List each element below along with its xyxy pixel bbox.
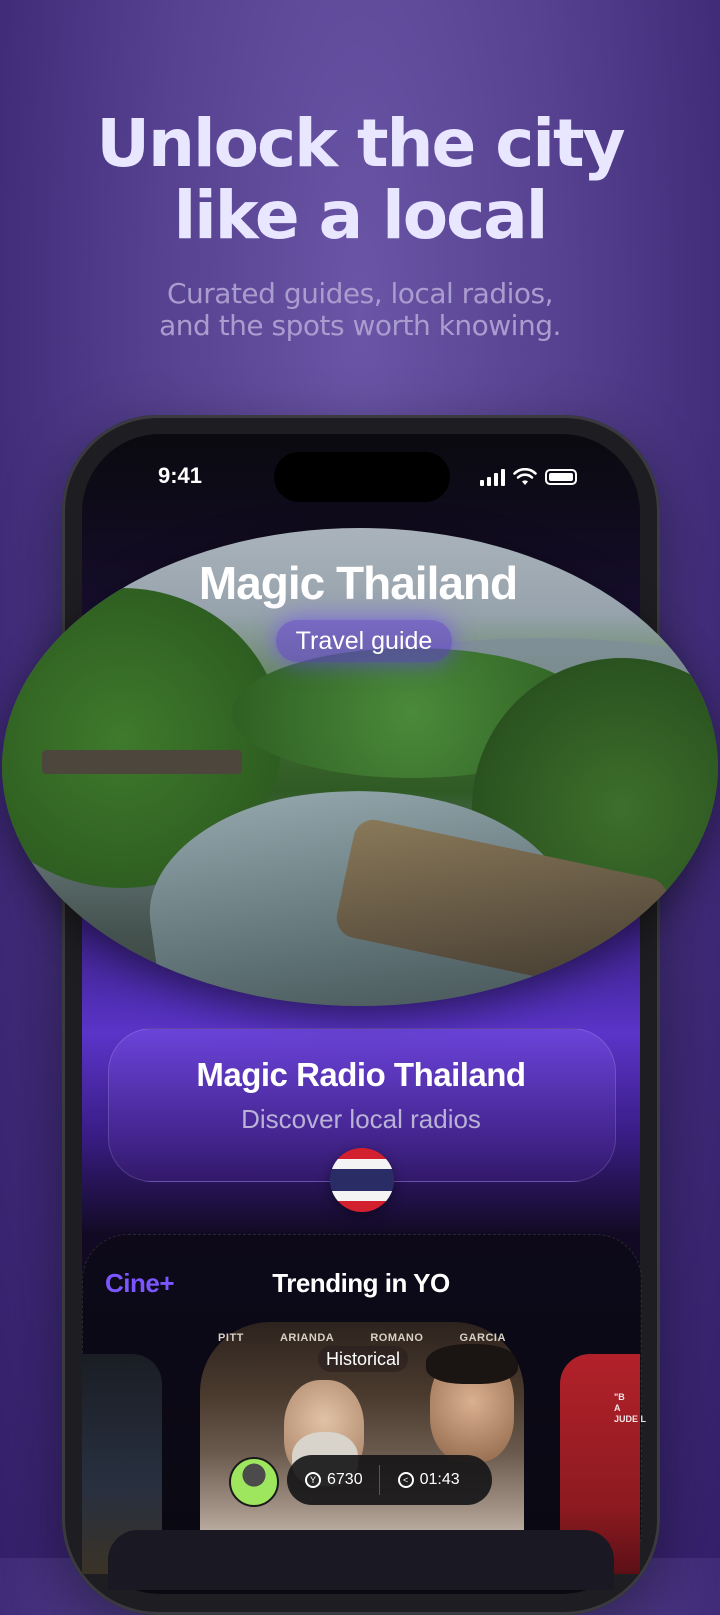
thailand-flag-icon xyxy=(330,1148,394,1212)
headline-line-1: Unlock the city xyxy=(96,105,625,182)
dynamic-island xyxy=(274,452,450,502)
views-stat: Y 6730 xyxy=(287,1471,363,1489)
battery-icon xyxy=(545,469,577,485)
wifi-icon xyxy=(513,468,537,485)
headline-line-2: like a local xyxy=(173,177,549,254)
poster-stats: Y 6730 < 01:43 xyxy=(287,1455,492,1505)
status-icons xyxy=(480,466,577,488)
travel-guide-badge[interactable]: Travel guide xyxy=(276,620,452,662)
avatar[interactable] xyxy=(229,1457,279,1507)
actor-name: ARIANDA xyxy=(279,1332,335,1344)
cellular-signal-icon xyxy=(480,468,505,486)
duration-stat: < 01:43 xyxy=(380,1471,460,1489)
subheadline: Curated guides, local radios, and the sp… xyxy=(0,278,720,342)
poster-hair-right xyxy=(426,1344,518,1384)
duration-value: 01:43 xyxy=(419,1471,460,1488)
railway-bridge xyxy=(42,750,242,774)
status-time: 9:41 xyxy=(158,463,203,488)
subheadline-line-1: Curated guides, local radios, xyxy=(166,277,554,310)
actor-name: ROMANO xyxy=(370,1332,424,1344)
genre-badge: Historical xyxy=(318,1346,408,1372)
poster-actor-names: PITT ARIANDA ROMANO GARCIA xyxy=(200,1332,524,1344)
radio-title: Magic Radio Thailand xyxy=(196,1056,526,1093)
views-icon: Y xyxy=(305,1472,321,1488)
headline: Unlock the city like a local xyxy=(0,108,720,252)
radio-subtitle: Discover local radios xyxy=(241,1104,481,1134)
views-count: 6730 xyxy=(327,1471,363,1488)
clock-icon: < xyxy=(397,1472,414,1488)
actor-name: GARCIA xyxy=(459,1332,506,1344)
poster-right-text: "B A JUDE L xyxy=(614,1392,647,1424)
guide-title: Magic Thailand xyxy=(198,557,518,609)
subheadline-line-2: and the spots worth knowing. xyxy=(159,309,561,342)
bottom-sheet[interactable] xyxy=(108,1530,614,1590)
actor-name: PITT xyxy=(218,1332,244,1344)
trending-title: Trending in YO xyxy=(272,1268,450,1298)
